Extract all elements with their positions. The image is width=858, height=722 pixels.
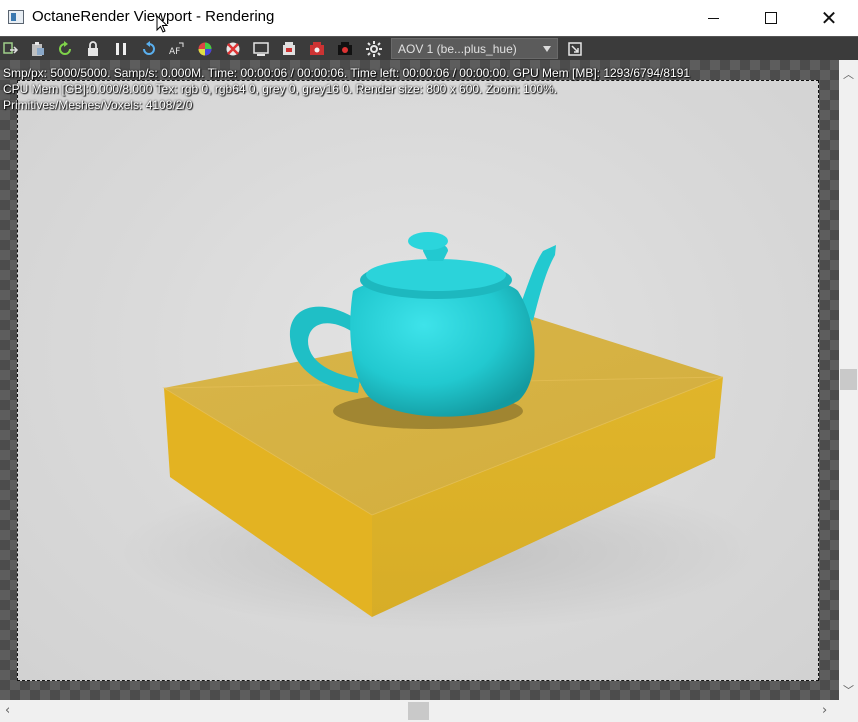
minimize-button[interactable] <box>684 0 742 36</box>
aov-selected-value: AOV 1 (be...plus_hue) <box>398 42 517 56</box>
film-icon[interactable] <box>308 40 326 58</box>
toolbar: AF AOV 1 (be...plus_hue) <box>0 36 858 60</box>
lock-icon[interactable] <box>84 40 102 58</box>
viewport-icon[interactable] <box>252 40 270 58</box>
stats-line-memory: CPU Mem [GB]:0.000/8.000 Tex: rgb 0, rgb… <box>3 82 558 96</box>
mouse-cursor-icon <box>156 15 168 33</box>
stats-line-primitives: Primitives/Meshes/Voxels: 4108/2/0 <box>3 98 193 112</box>
scrollbar-corner <box>839 700 858 722</box>
horizontal-scroll-thumb[interactable] <box>408 702 429 720</box>
stats-line-samples: Smp/px: 5000/5000. Samp/s: 0.000M. Time:… <box>3 66 691 80</box>
title-bar: OctaneRender Viewport - Rendering ✕ <box>0 0 858 36</box>
import-icon[interactable] <box>2 40 20 58</box>
vertical-scroll-thumb[interactable] <box>840 369 857 390</box>
clipboard-icon[interactable] <box>29 40 47 58</box>
camera-icon[interactable] <box>280 40 298 58</box>
vertical-scrollbar[interactable]: ︿ ﹀ <box>839 60 858 700</box>
maximize-icon <box>765 12 777 24</box>
region-icon[interactable] <box>224 40 242 58</box>
render-viewport[interactable]: Smp/px: 5000/5000. Samp/s: 0.000M. Time:… <box>0 60 839 700</box>
horizontal-scrollbar[interactable]: ‹ › <box>0 700 839 722</box>
render-stats: Smp/px: 5000/5000. Samp/s: 0.000M. Time:… <box>3 65 690 113</box>
aov-selector[interactable]: AOV 1 (be...plus_hue) <box>391 38 558 59</box>
maximize-button[interactable] <box>742 0 800 36</box>
scroll-up-icon[interactable]: ︿ <box>843 66 854 82</box>
settings-icon[interactable] <box>365 40 383 58</box>
render-image[interactable] <box>17 80 819 681</box>
minimize-icon <box>707 17 719 19</box>
refresh-icon[interactable] <box>56 40 74 58</box>
close-icon: ✕ <box>820 6 838 30</box>
snapshot-icon[interactable] <box>566 40 584 58</box>
color-picker-icon[interactable] <box>196 40 214 58</box>
chevron-down-icon <box>543 46 551 52</box>
scroll-left-icon[interactable]: ‹ <box>5 703 10 718</box>
window-title: OctaneRender Viewport - Rendering <box>32 8 275 25</box>
pause-icon[interactable] <box>112 40 130 58</box>
scroll-down-icon[interactable]: ﹀ <box>843 682 854 698</box>
restart-icon[interactable] <box>140 40 158 58</box>
autofocus-icon[interactable]: AF <box>167 40 185 58</box>
close-button[interactable]: ✕ <box>800 0 858 36</box>
app-icon <box>8 10 24 24</box>
scroll-right-icon[interactable]: › <box>822 703 827 718</box>
svg-text:AF: AF <box>169 47 180 57</box>
rendered-scene <box>118 232 758 631</box>
save-icon[interactable] <box>336 40 354 58</box>
